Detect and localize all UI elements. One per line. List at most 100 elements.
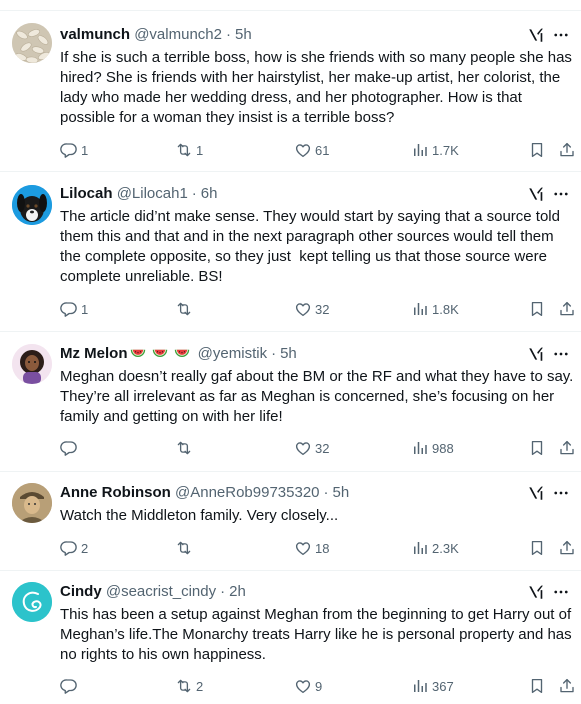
bookmark-button[interactable]	[528, 140, 546, 160]
reply-button[interactable]	[60, 438, 81, 458]
repost-button[interactable]: 1	[175, 140, 203, 160]
tweet-text: The article did’nt make sense. They woul…	[60, 208, 565, 285]
like-icon	[294, 300, 312, 318]
views-button[interactable]: 2.3K	[411, 538, 459, 558]
views-icon	[411, 141, 429, 159]
views-icon	[411, 539, 429, 557]
like-count: 9	[315, 678, 323, 694]
grok-icon[interactable]	[527, 484, 545, 502]
grok-icon[interactable]	[527, 26, 545, 44]
bookmark-button[interactable]	[528, 438, 546, 458]
tweet[interactable]: Mz Melon @yemistik · 5h Meghan doesn’t rea…	[0, 332, 581, 472]
action-bar: 1 1 61 1.7K	[60, 140, 580, 160]
like-count: 32	[315, 301, 330, 317]
bookmark-button[interactable]	[528, 538, 546, 558]
display-name[interactable]: Mz Melon	[60, 345, 128, 362]
grok-icon[interactable]	[527, 583, 545, 601]
user-handle[interactable]: @AnneRob99735320	[175, 484, 320, 501]
tweet[interactable]: Cindy @seacrist_cindy · 2h This has been a…	[0, 571, 581, 704]
tweet[interactable]: Anne Robinson @AnneRob99735320 · 5h Watch …	[0, 472, 581, 571]
like-count: 61	[315, 142, 330, 158]
views-count: 2.3K	[432, 540, 459, 556]
tweet[interactable]: Lilocah @Lilocah1 · 6h The article did’nt …	[0, 172, 581, 332]
reply-icon	[60, 539, 78, 557]
bookmark-icon	[528, 539, 546, 557]
avatar[interactable]	[12, 344, 52, 384]
reply-icon	[60, 439, 78, 457]
share-button[interactable]	[558, 299, 576, 319]
share-button[interactable]	[558, 676, 576, 696]
user-handle[interactable]: @seacrist_cindy	[106, 583, 216, 600]
views-icon	[411, 300, 429, 318]
views-count: 988	[432, 440, 454, 456]
share-icon	[558, 439, 576, 457]
reply-button[interactable]: 2	[60, 538, 88, 558]
user-handle[interactable]: @valmunch2	[134, 26, 222, 43]
repost-button[interactable]	[175, 299, 196, 319]
like-button[interactable]: 18	[294, 538, 329, 558]
action-bar: 2 18 2.3K	[60, 538, 580, 558]
user-handle[interactable]: @Lilocah1	[117, 185, 188, 202]
more-icon[interactable]	[551, 484, 571, 502]
views-button[interactable]: 988	[411, 438, 454, 458]
user-handle[interactable]: @yemistik	[198, 345, 267, 362]
watermelon-icon	[174, 345, 190, 361]
bookmark-button[interactable]	[528, 299, 546, 319]
like-button[interactable]: 32	[294, 438, 329, 458]
reply-icon	[60, 141, 78, 159]
timestamp[interactable]: 5h	[280, 345, 297, 362]
avatar[interactable]	[12, 582, 52, 622]
display-name[interactable]: valmunch	[60, 26, 130, 43]
share-icon	[558, 539, 576, 557]
views-button[interactable]: 1.7K	[411, 140, 459, 160]
repost-count: 2	[196, 678, 204, 694]
views-count: 367	[432, 678, 454, 694]
tweet-header: Lilocah @Lilocah1 · 6h	[60, 184, 217, 204]
timestamp[interactable]: 6h	[201, 185, 218, 202]
display-name[interactable]: Lilocah	[60, 185, 113, 202]
more-icon[interactable]	[551, 345, 571, 363]
more-icon[interactable]	[551, 185, 571, 203]
tweet[interactable]: valmunch @valmunch2 · 5h If she is such a …	[0, 11, 581, 172]
repost-button[interactable]	[175, 538, 196, 558]
separator: ·	[225, 26, 231, 43]
like-count: 32	[315, 440, 330, 456]
bookmark-icon	[528, 300, 546, 318]
timestamp[interactable]: 5h	[333, 484, 350, 501]
share-button[interactable]	[558, 140, 576, 160]
display-name[interactable]: Anne Robinson	[60, 484, 171, 501]
repost-button[interactable]: 2	[175, 676, 203, 696]
views-button[interactable]: 367	[411, 676, 454, 696]
like-button[interactable]: 9	[294, 676, 322, 696]
bookmark-button[interactable]	[528, 676, 546, 696]
timestamp[interactable]: 5h	[235, 26, 252, 43]
more-icon[interactable]	[551, 26, 571, 44]
avatar[interactable]	[12, 23, 52, 63]
share-button[interactable]	[558, 538, 576, 558]
action-bar: 1 32 1.8K	[60, 299, 580, 319]
like-button[interactable]: 61	[294, 140, 329, 160]
reply-button[interactable]: 1	[60, 299, 88, 319]
tweet-header: Anne Robinson @AnneRob99735320 · 5h	[60, 483, 349, 503]
bookmark-icon	[528, 141, 546, 159]
views-count: 1.7K	[432, 142, 459, 158]
action-bar: 32 988	[60, 438, 580, 458]
grok-icon[interactable]	[527, 345, 545, 363]
share-icon	[558, 300, 576, 318]
display-name[interactable]: Cindy	[60, 583, 102, 600]
repost-icon	[175, 677, 193, 695]
views-button[interactable]: 1.8K	[411, 299, 459, 319]
reply-button[interactable]: 1	[60, 140, 88, 160]
views-icon	[411, 439, 429, 457]
reply-button[interactable]	[60, 676, 81, 696]
grok-icon[interactable]	[527, 185, 545, 203]
more-icon[interactable]	[551, 583, 571, 601]
like-button[interactable]: 32	[294, 299, 329, 319]
share-button[interactable]	[558, 438, 576, 458]
reply-count: 2	[81, 540, 89, 556]
timestamp[interactable]: 2h	[229, 583, 246, 600]
reply-count: 1	[81, 142, 89, 158]
repost-button[interactable]	[175, 438, 196, 458]
avatar[interactable]	[12, 483, 52, 523]
avatar[interactable]	[12, 185, 52, 225]
